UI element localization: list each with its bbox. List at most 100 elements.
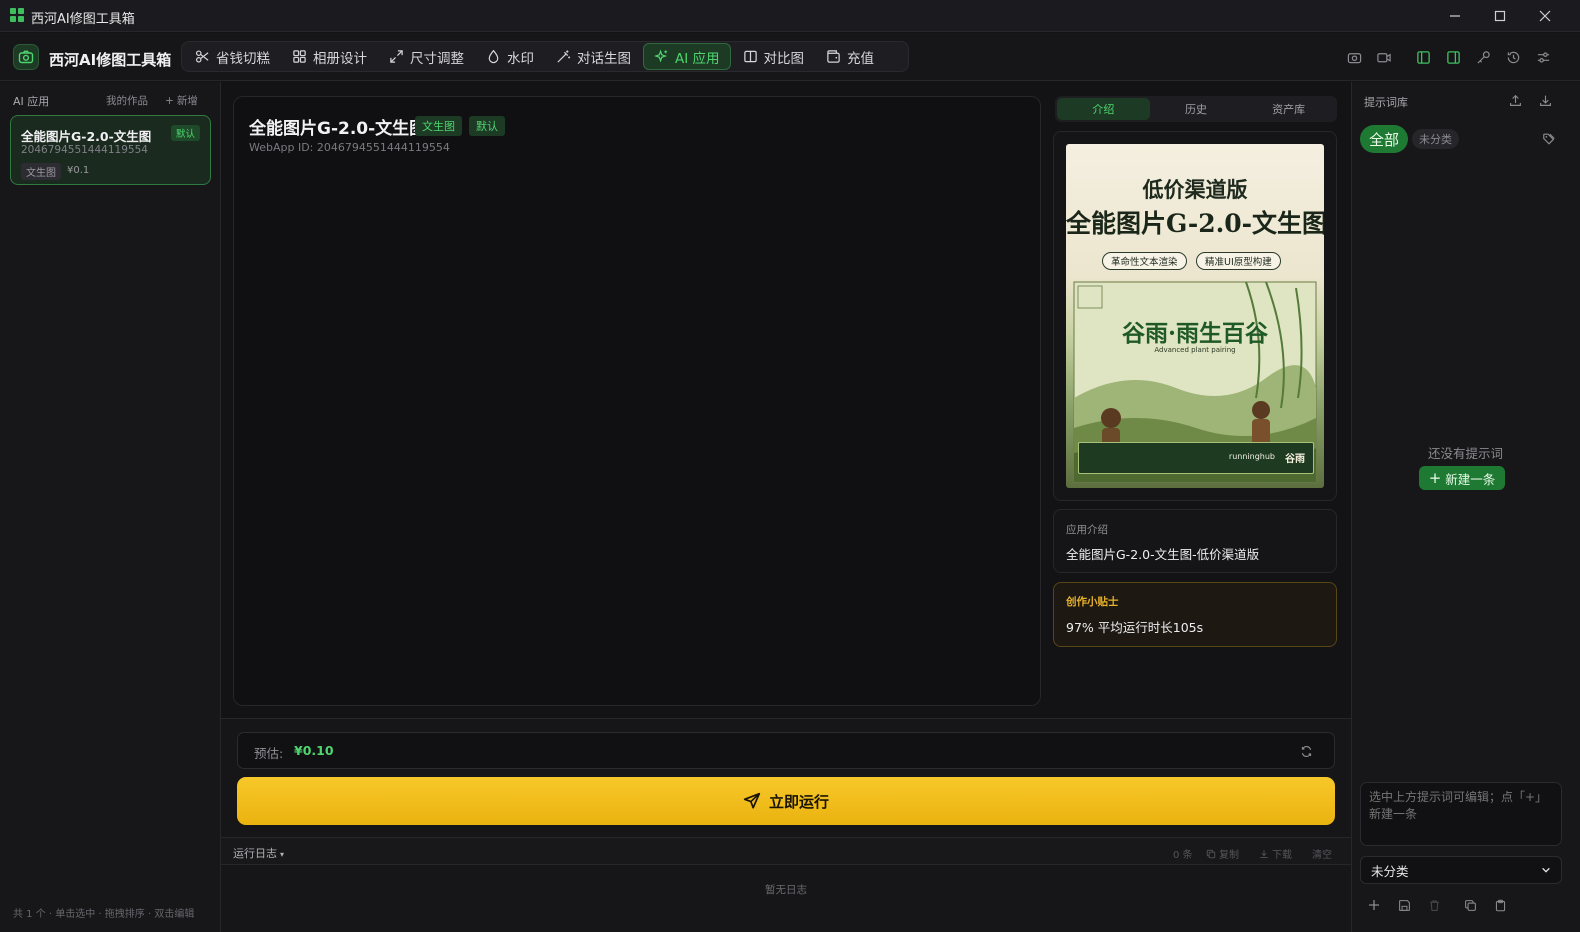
tab-history[interactable]: 历史 [1150,98,1243,120]
paste-icon[interactable] [1491,896,1509,914]
camera-logo-icon [13,44,39,70]
video-icon[interactable] [1374,47,1394,67]
tab-resize[interactable]: 尺寸调整 [379,43,474,70]
poster-line2: 全能图片G-2.0-文生图 [1066,209,1324,238]
tab-assets[interactable]: 资产库 [1242,98,1335,120]
tab-label: 对话生图 [577,50,631,67]
key-icon[interactable] [1473,47,1493,67]
tab-album[interactable]: 相册设计 [282,43,377,70]
run-label: 立即运行 [768,792,829,811]
add-prompt-icon[interactable] [1365,896,1383,914]
log-count: 0 条 [1173,850,1193,861]
app-list-panel [0,82,221,932]
new-prompt-button[interactable]: + 新建一条 [1419,466,1505,490]
tab-compare[interactable]: 对比图 [733,43,815,70]
prompt-editor[interactable] [1360,782,1562,846]
window-title: 西河AI修图工具箱 [31,12,135,27]
expand-icon [389,49,404,64]
app-icon [10,8,24,22]
panel-title: AI 应用 [13,95,50,108]
poster-footer-mark: 谷雨 [1285,454,1305,465]
tab-watermark[interactable]: 水印 [476,43,544,70]
tab-recharge[interactable]: 充值 [816,43,884,70]
log-download-button[interactable]: 下载 [1259,846,1292,861]
close-window-button[interactable] [1522,0,1568,32]
add-app-button[interactable]: + 新增 [165,93,198,108]
info-tabs: 介绍 历史 资产库 [1055,96,1337,122]
poster-footer: runninghub 谷雨 [1078,442,1314,474]
main-tabs: 省钱切糕 相册设计 尺寸调整 水印 对话生图 AI 应用 对比图 充值 [181,41,909,72]
my-works-link[interactable]: 我的作品 [106,93,148,108]
default-badge: 默认 [469,116,505,136]
intro-value: 全能图片G-2.0-文生图-低价渠道版 [1066,547,1260,562]
log-clear-button[interactable]: 清空 [1312,846,1332,861]
tab-label: 省钱切糕 [216,50,270,67]
screenshot-icon[interactable] [1344,47,1364,67]
estimate-value: ¥0.10 [294,743,334,758]
app-title: 全能图片G-2.0-文生图 [249,119,427,139]
filter-all-chip[interactable]: 全部 [1360,125,1409,153]
app-card[interactable]: 全能图片G-2.0-文生图 默认 2046794551444119554 文生图… [10,115,211,185]
app-type-tag: 文生图 [21,163,61,180]
toggle-left-panel-icon[interactable] [1413,47,1433,67]
poster-pill: 精准UI原型构建 [1196,252,1281,270]
delete-icon[interactable] [1425,896,1443,914]
magic-wand-icon [556,49,571,64]
category-select[interactable]: 未分类 [1360,856,1562,884]
tab-label: 相册设计 [313,50,367,67]
type-badge: 文生图 [415,116,462,136]
intro-card [1053,509,1337,573]
tab-label: 对比图 [763,50,805,67]
maximize-button[interactable] [1477,0,1523,32]
tip-label: 创作小贴士 [1066,596,1119,608]
poster-pill: 革命性文本渲染 [1102,252,1187,270]
poster-caption-sub: Advanced plant pairing [1154,346,1236,354]
log-toggle[interactable]: 运行日志 ▾ [233,845,284,861]
duplicate-icon[interactable] [1461,896,1479,914]
tab-label: 尺寸调整 [410,50,464,67]
tab-chat-image[interactable]: 对话生图 [546,43,641,70]
tab-intro[interactable]: 介绍 [1057,98,1150,120]
plus-icon: + [165,94,174,107]
save-icon[interactable] [1395,896,1413,914]
tab-label: 充值 [847,50,875,67]
estimate-label: 预估: [254,746,284,761]
intro-label: 应用介绍 [1066,524,1108,536]
log-empty-text: 暂无日志 [765,884,807,896]
app-form-area [233,96,1041,706]
send-icon [743,792,761,810]
prompt-library-title: 提示词库 [1364,96,1408,109]
tab-ai-apps[interactable]: AI 应用 [643,43,731,70]
run-now-button[interactable]: 立即运行 [237,777,1335,825]
webapp-id: WebApp ID: 2046794551444119554 [249,141,450,154]
tab-label: 水印 [507,50,534,67]
copy-icon [1206,849,1216,859]
chevron-down-icon: ▾ [280,850,285,859]
app-price: ¥0.1 [67,165,90,176]
filter-uncategorized-chip[interactable]: 未分类 [1412,129,1459,149]
title-bar: 西河AI修图工具箱 [0,0,1580,32]
list-footer-hint: 共 1 个 · 单击选中 · 拖拽排序 · 双击编辑 [13,909,195,920]
history-icon[interactable] [1503,47,1523,67]
import-icon[interactable] [1536,91,1554,109]
poster-caption: 谷雨·雨生百谷 [1121,320,1268,347]
prompts-empty-text: 还没有提示词 [1427,446,1503,461]
droplet-icon [486,49,501,64]
scissors-icon [195,49,210,64]
minimize-button[interactable] [1432,0,1478,32]
tab-cut[interactable]: 省钱切糕 [185,43,280,70]
brand-name: 西河AI修图工具箱 [49,51,172,69]
refresh-icon[interactable] [1297,742,1315,760]
tip-card [1053,582,1337,647]
grid-icon [292,49,307,64]
export-icon[interactable] [1506,91,1524,109]
settings-sliders-icon[interactable] [1533,47,1553,67]
toggle-right-panel-icon[interactable] [1443,47,1463,67]
download-icon [1259,849,1269,859]
app-id: 2046794551444119554 [21,144,148,156]
tip-value: 97% 平均运行时长105s [1066,620,1204,635]
log-copy-button[interactable]: 复制 [1206,846,1239,861]
tags-icon[interactable] [1540,130,1558,148]
app-name: 全能图片G-2.0-文生图 [21,129,152,144]
app-cover-image: 低价渠道版 全能图片G-2.0-文生图 革命性文本渲染 精准UI原型构建 谷雨·… [1066,144,1324,488]
